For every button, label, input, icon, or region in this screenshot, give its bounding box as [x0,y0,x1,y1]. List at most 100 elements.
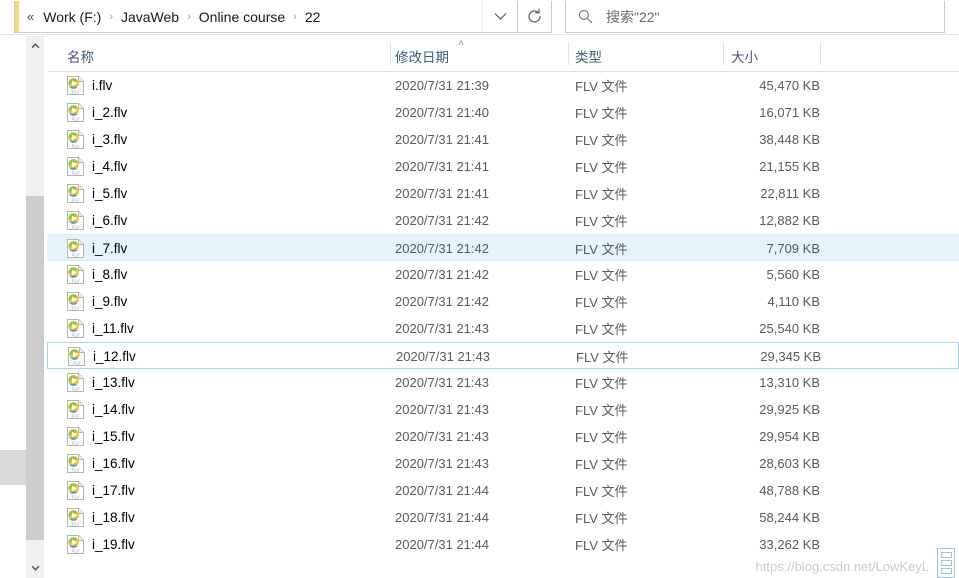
file-row[interactable]: FLV i_16.flv 2020/7/31 21:43 FLV 文件 28,603 K… [47,450,959,477]
file-size-cell: 25,540 KB [759,321,820,336]
column-header-name[interactable]: 名称 [67,46,94,66]
breadcrumb-separator-icon[interactable]: › [109,11,113,23]
file-size-cell: 45,470 KB [759,78,820,93]
chevron-down-icon [494,13,506,20]
file-row[interactable]: FLV i_18.flv 2020/7/31 21:44 FLV 文件 58,244 K… [47,504,959,531]
file-name-cell[interactable]: FLV i_18.flv [67,504,135,531]
search-box[interactable]: 搜索"22" [565,1,945,33]
file-row[interactable]: FLV i_12.flv 2020/7/31 21:43 FLV 文件 29,345 K… [47,342,959,369]
file-size-cell: 21,155 KB [759,159,820,174]
flv-file-icon: FLV [67,239,84,258]
svg-text:FLV: FLV [73,360,81,365]
file-size-cell: 38,448 KB [759,132,820,147]
file-row[interactable]: FLV i_5.flv 2020/7/31 21:41 FLV 文件 22,811 KB [47,180,959,207]
breadcrumb-item-drive[interactable]: Work (F:) [42,7,102,27]
file-row[interactable]: FLV i_11.flv 2020/7/31 21:43 FLV 文件 25,540 K… [47,315,959,342]
file-name-label: i_6.flv [92,213,128,228]
file-row[interactable]: FLV i_8.flv 2020/7/31 21:42 FLV 文件 5,560 KB [47,261,959,288]
file-name-label: i_14.flv [92,402,135,417]
column-divider[interactable] [723,42,724,65]
address-bar-accent [15,1,19,32]
file-type-cell: FLV 文件 [575,160,628,175]
file-name-cell[interactable]: FLV i_12.flv [68,343,136,370]
address-history-dropdown-button[interactable] [482,1,517,32]
file-size-cell: 29,925 KB [759,402,820,417]
file-name-cell[interactable]: FLV i_2.flv [67,99,127,126]
column-header-date-modified[interactable]: 修改日期 [395,46,449,66]
address-bar[interactable]: « Work (F:) › JavaWeb › Online course › … [14,1,518,33]
file-row[interactable]: FLV i_6.flv 2020/7/31 21:42 FLV 文件 12,882 KB [47,207,959,234]
file-name-cell[interactable]: FLV i_11.flv [67,315,134,342]
flv-file-icon: FLV [67,427,84,446]
breadcrumb-item-22[interactable]: 22 [304,7,322,27]
file-name-label: i_11.flv [92,321,134,336]
file-name-cell[interactable]: FLV i_8.flv [67,261,127,288]
breadcrumb[interactable]: « Work (F:) › JavaWeb › Online course › … [15,1,482,32]
flv-file-icon: FLV [67,239,84,258]
svg-text:FLV: FLV [72,494,80,499]
file-name-cell[interactable]: FLV i_6.flv [67,207,127,234]
file-date-cell: 2020/7/31 21:39 [395,78,489,93]
column-divider[interactable] [568,42,569,65]
scroll-down-button[interactable] [26,558,44,578]
flv-file-icon: FLV [67,265,84,284]
breadcrumb-overflow-icon[interactable]: « [27,9,34,24]
watermark-badge-icon [937,548,955,578]
breadcrumb-item-javaweb[interactable]: JavaWeb [120,7,180,27]
file-size-cell: 48,788 KB [759,483,820,498]
file-name-cell[interactable]: FLV i_3.flv [67,126,127,153]
column-header-size[interactable]: 大小 [731,46,758,66]
breadcrumb-separator-icon[interactable]: › [187,11,191,23]
file-row[interactable]: FLV i_13.flv 2020/7/31 21:43 FLV 文件 13,310 K… [47,369,959,396]
file-name-cell[interactable]: FLV i_19.flv [67,531,135,558]
file-name-cell[interactable]: FLV i_7.flv [67,235,127,262]
file-name-cell[interactable]: FLV i_14.flv [67,396,135,423]
file-name-label: i_19.flv [92,537,135,552]
file-row[interactable]: FLV i_19.flv 2020/7/31 21:44 FLV 文件 33,262 K… [47,531,959,558]
file-type-cell: FLV 文件 [575,133,628,148]
file-list-pane: 名称 ˄ 修改日期 类型 大小 FLV i.flv 2020/7/31 21:39 F… [47,36,959,578]
file-row[interactable]: FLV i_14.flv 2020/7/31 21:43 FLV 文件 29,925 K… [47,396,959,423]
breadcrumb-item-online-course[interactable]: Online course [198,7,286,27]
file-row[interactable]: FLV i_3.flv 2020/7/31 21:41 FLV 文件 38,448 KB [47,126,959,153]
file-name-cell[interactable]: FLV i_5.flv [67,180,127,207]
svg-text:FLV: FLV [72,548,80,553]
file-name-cell[interactable]: FLV i_13.flv [67,369,135,396]
file-name-cell[interactable]: FLV i_17.flv [67,477,135,504]
file-row[interactable]: FLV i_17.flv 2020/7/31 21:44 FLV 文件 48,788 K… [47,477,959,504]
file-type-cell: FLV 文件 [575,430,628,445]
scrollbar-thumb[interactable] [26,196,44,540]
column-header-type[interactable]: 类型 [575,46,602,66]
svg-text:FLV: FLV [72,143,80,148]
file-name-cell[interactable]: FLV i.flv [67,72,112,99]
svg-text:FLV: FLV [72,170,80,175]
column-divider[interactable] [820,42,821,65]
file-size-cell: 13,310 KB [759,375,820,390]
chevron-up-icon [31,43,39,49]
file-name-cell[interactable]: FLV i_9.flv [67,288,127,315]
file-row[interactable]: FLV i_7.flv 2020/7/31 21:42 FLV 文件 7,709 KB [47,234,959,261]
flv-file-icon: FLV [67,508,84,527]
file-row[interactable]: FLV i_4.flv 2020/7/31 21:41 FLV 文件 21,155 KB [47,153,959,180]
file-name-cell[interactable]: FLV i_15.flv [67,423,135,450]
file-row[interactable]: FLV i.flv 2020/7/31 21:39 FLV 文件 45,470 KB [47,72,959,99]
file-row[interactable]: FLV i_9.flv 2020/7/31 21:42 FLV 文件 4,110 KB [47,288,959,315]
search-input[interactable]: 搜索"22" [606,7,660,27]
file-name-cell[interactable]: FLV i_4.flv [67,153,127,180]
refresh-button[interactable] [518,1,552,33]
vertical-scrollbar[interactable] [26,36,47,578]
file-name-label: i_8.flv [92,267,128,282]
column-divider[interactable] [390,42,391,65]
flv-file-icon: FLV [67,76,84,95]
scroll-up-button[interactable] [26,36,44,56]
flv-file-icon: FLV [67,157,84,176]
file-name-label: i_9.flv [92,294,128,309]
file-type-cell: FLV 文件 [575,187,628,202]
file-row[interactable]: FLV i_2.flv 2020/7/31 21:40 FLV 文件 16,071 KB [47,99,959,126]
file-type-cell: FLV 文件 [575,538,628,553]
file-row[interactable]: FLV i_15.flv 2020/7/31 21:43 FLV 文件 29,954 K… [47,423,959,450]
file-name-cell[interactable]: FLV i_16.flv [67,450,135,477]
breadcrumb-separator-icon[interactable]: › [293,11,297,23]
file-date-cell: 2020/7/31 21:41 [395,132,489,147]
file-name-label: i_7.flv [92,241,128,256]
